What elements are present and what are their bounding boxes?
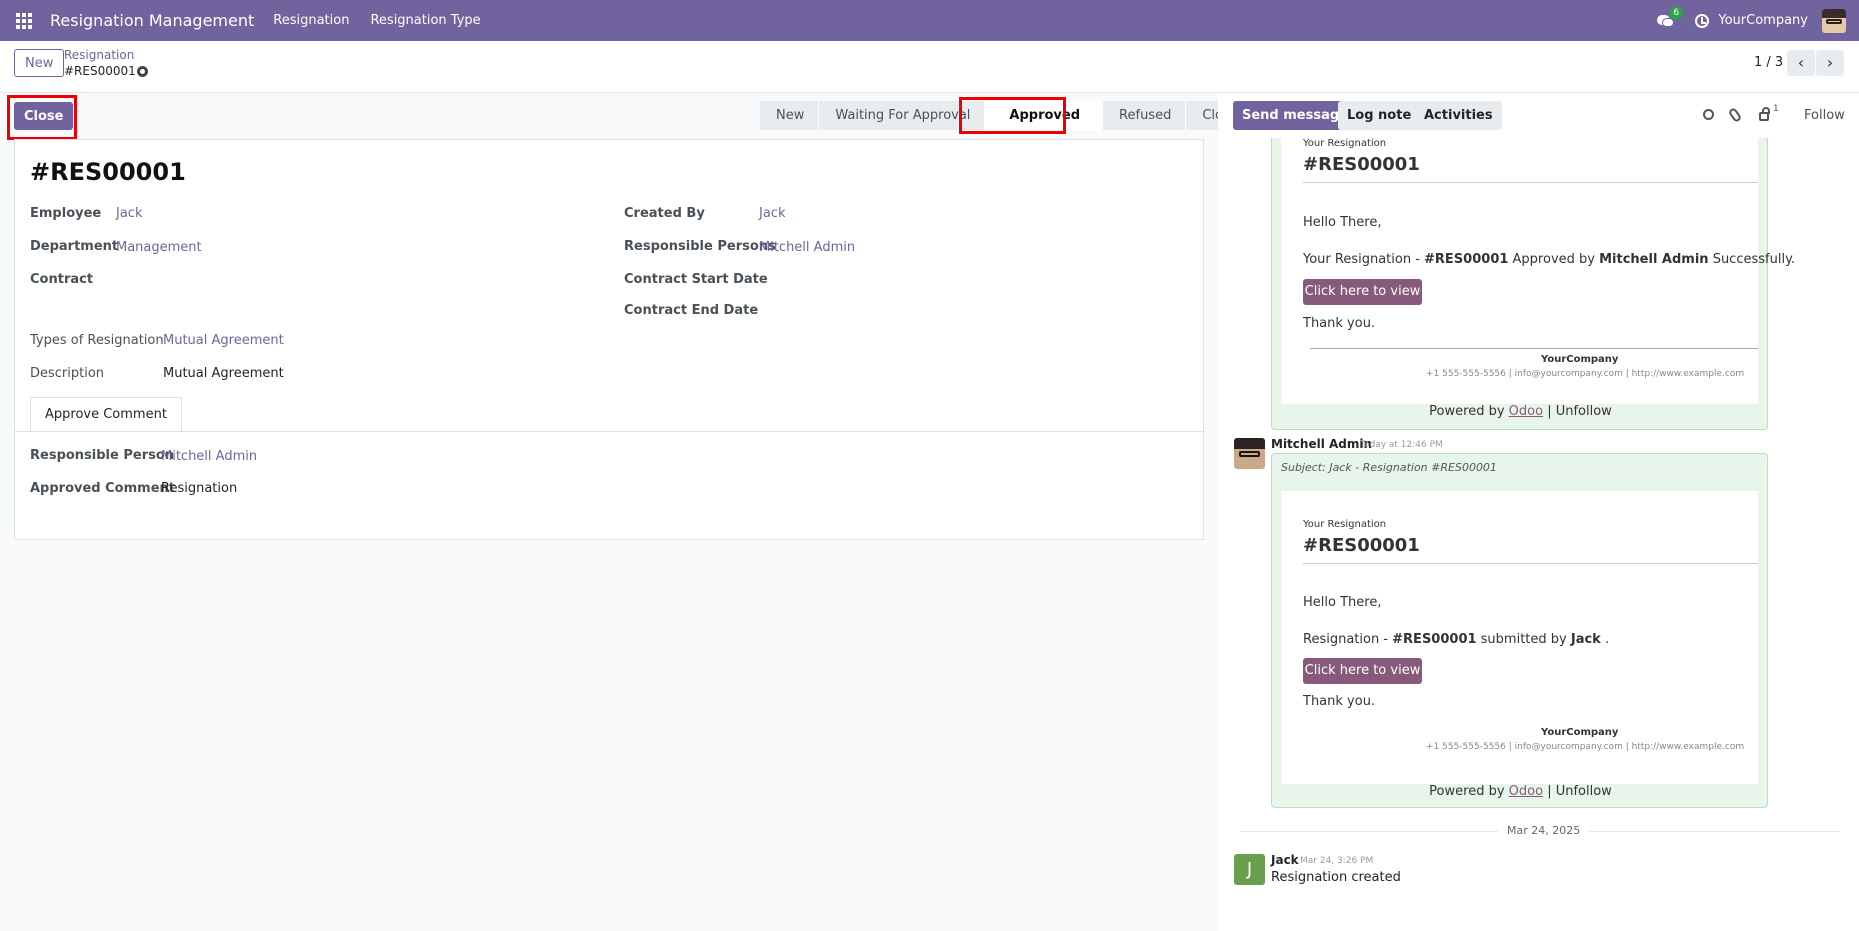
description-field[interactable]: Mutual Agreement — [163, 366, 284, 381]
followers-icon[interactable] — [1759, 107, 1770, 121]
email-small-heading: Your Resignation — [1303, 138, 1387, 149]
form-sheet: #RES00001 Employee Jack Department Manag… — [14, 139, 1204, 540]
author-avatar-jack[interactable]: J — [1234, 854, 1265, 885]
log-note-button[interactable]: Log note — [1338, 101, 1421, 130]
responsible-person-field[interactable]: Mitchell Admin — [161, 449, 257, 464]
email-small-heading: Your Resignation — [1303, 519, 1387, 530]
activities-button[interactable]: Activities — [1415, 101, 1502, 130]
created-by-field[interactable]: Jack — [759, 206, 785, 221]
day-separator: Mar 24, 2025 — [1498, 824, 1590, 837]
stage-refused[interactable]: Refused — [1103, 101, 1187, 130]
clock-icon[interactable] — [1695, 13, 1710, 28]
pager-value[interactable]: 1 / 3 — [1754, 55, 1783, 70]
email-footer: +1 555-555-5556 | info@yourcompany.com |… — [1426, 742, 1745, 752]
email-divider — [1303, 182, 1758, 183]
description-label: Description — [30, 366, 105, 381]
email-thanks: Thank you. — [1303, 694, 1376, 709]
approved-comment-label: Approved Comment — [30, 481, 175, 496]
follow-button[interactable]: Follow — [1804, 108, 1845, 123]
chat-count-badge: 6 — [1669, 6, 1684, 19]
nav-menu-resignation[interactable]: Resignation — [273, 13, 349, 28]
types-of-resignation-field[interactable]: Mutual Agreement — [163, 333, 284, 348]
gear-icon[interactable] — [137, 66, 148, 77]
responsible-persons-field[interactable]: Mitchell Admin — [759, 240, 855, 255]
control-panel: New Resignation #RES00001 1 / 3 ‹ › — [0, 41, 1859, 93]
contract-end-date-label: Contract End Date — [624, 303, 759, 318]
breadcrumb-current: #RES00001 — [64, 64, 136, 78]
email-greeting: Hello There, — [1303, 215, 1382, 230]
follower-count: 1 — [1773, 104, 1779, 114]
message-card-approved: Your Resignation #RES00001 Hello There, … — [1271, 138, 1795, 430]
log-author[interactable]: Jack — [1271, 853, 1299, 867]
search-icon[interactable] — [1703, 109, 1714, 120]
email-view-button[interactable]: Click here to view — [1303, 658, 1422, 684]
odoo-link[interactable]: Odoo — [1509, 784, 1543, 799]
app-title[interactable]: Resignation Management — [50, 11, 254, 30]
tab-divider — [15, 431, 1203, 432]
created-by-label: Created By — [624, 206, 705, 221]
highlight-approved-stage — [959, 97, 1066, 134]
powered-by: Powered by Odoo | Unfollow — [1429, 404, 1612, 419]
email-divider — [1303, 563, 1758, 564]
powered-by: Powered by Odoo | Unfollow — [1429, 784, 1612, 799]
employee-field[interactable]: Jack — [116, 206, 142, 221]
log-message: Resignation created — [1271, 870, 1401, 885]
email-footer-divider — [1310, 348, 1758, 349]
new-button[interactable]: New — [14, 49, 65, 77]
user-avatar[interactable] — [1822, 8, 1846, 33]
message-card-submitted: Subject: Jack - Resignation #RES00001 Yo… — [1271, 453, 1768, 808]
email-body-line: Your Resignation - #RES00001 Approved by… — [1303, 252, 1796, 267]
contract-start-date-label: Contract Start Date — [624, 272, 768, 287]
types-of-resignation-label: Types of Resignation — [30, 333, 164, 348]
email-body-line: Resignation - #RES00001 submitted by Jac… — [1303, 632, 1610, 647]
email-title: #RES00001 — [1303, 535, 1420, 556]
message-date: Today at 12:46 PM — [1360, 440, 1443, 450]
company-switcher[interactable]: YourCompany — [1718, 13, 1808, 28]
message-author[interactable]: Mitchell Admin — [1271, 437, 1372, 451]
email-footer: +1 555-555-5556 | info@yourcompany.com |… — [1426, 369, 1745, 379]
contract-label: Contract — [30, 272, 94, 287]
stage-new[interactable]: New — [760, 101, 820, 130]
email-company: YourCompany — [1541, 727, 1619, 738]
author-avatar-mitchell[interactable] — [1234, 438, 1265, 469]
highlight-close-button — [7, 95, 77, 140]
email-title: #RES00001 — [1303, 154, 1420, 175]
pager-next-button[interactable]: › — [1816, 50, 1844, 76]
apps-menu-icon[interactable] — [16, 12, 32, 29]
email-greeting: Hello There, — [1303, 595, 1382, 610]
top-navbar: Resignation Management Resignation Resig… — [0, 0, 1859, 41]
log-date: Mar 24, 3:26 PM — [1300, 856, 1374, 866]
approved-comment-field[interactable]: Resignation — [161, 481, 237, 496]
tab-approve-comment[interactable]: Approve Comment — [30, 397, 182, 432]
email-body: Your Resignation #RES00001 Hello There, … — [1281, 491, 1758, 784]
department-label: Department — [30, 239, 119, 254]
record-title: #RES00001 — [30, 158, 186, 186]
message-subject: Subject: Jack - Resignation #RES00001 — [1281, 461, 1497, 474]
employee-label: Employee — [30, 206, 102, 221]
responsible-persons-label: Responsible Persons — [624, 239, 776, 254]
pager-prev-button[interactable]: ‹ — [1787, 50, 1815, 76]
email-thanks: Thank you. — [1303, 316, 1376, 331]
responsible-person-label: Responsible Person — [30, 448, 175, 463]
email-company: YourCompany — [1541, 354, 1619, 365]
department-field[interactable]: Management — [116, 240, 202, 255]
email-body: Your Resignation #RES00001 Hello There, … — [1281, 138, 1795, 404]
chat-icon[interactable]: 6 — [1657, 6, 1684, 28]
email-view-button[interactable]: Click here to view — [1303, 279, 1422, 305]
breadcrumb-parent[interactable]: Resignation — [64, 48, 134, 62]
nav-menu-resignation-type[interactable]: Resignation Type — [370, 13, 480, 28]
odoo-link[interactable]: Odoo — [1509, 404, 1543, 419]
